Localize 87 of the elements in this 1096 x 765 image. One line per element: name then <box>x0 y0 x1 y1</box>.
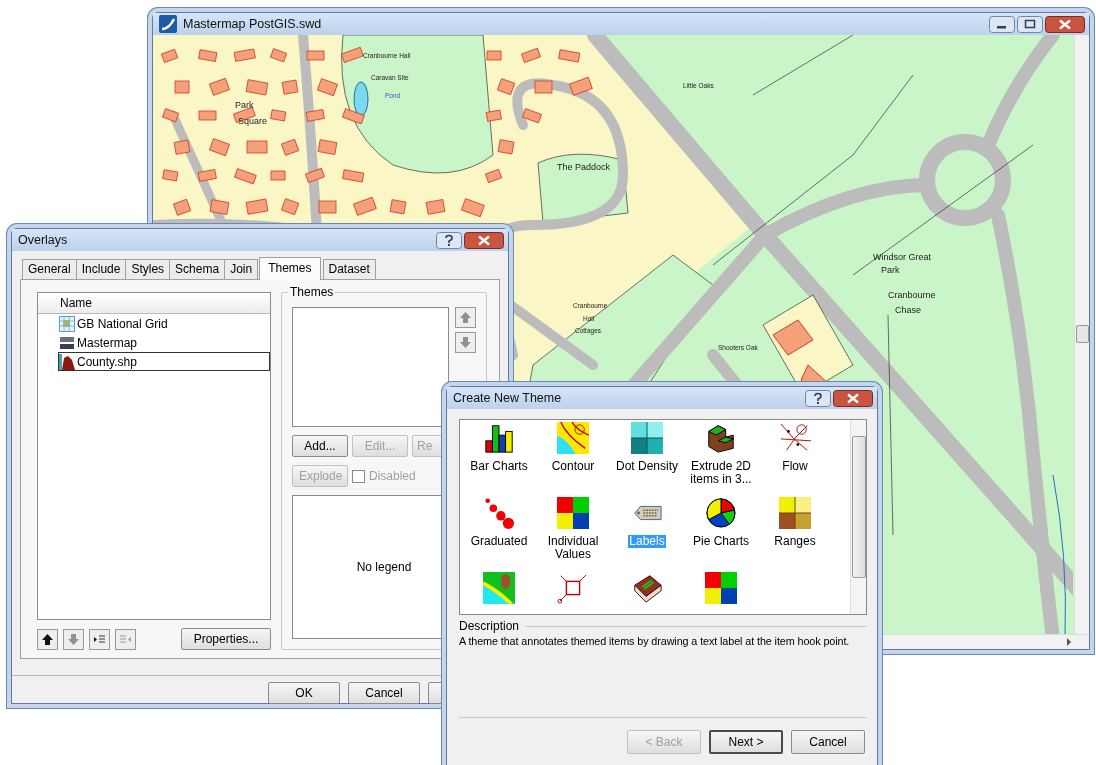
move-up-button[interactable] <box>37 628 58 650</box>
theme-type-label: Extrude 2D items in 3... <box>689 460 753 486</box>
shapefile-icon <box>59 353 75 370</box>
outdent-button[interactable] <box>115 628 136 650</box>
vertical-scrollbar[interactable] <box>1074 35 1089 634</box>
map-label: Square <box>238 117 268 126</box>
feature-theme-icon <box>705 572 737 604</box>
theme-type-item[interactable]: Individual Values <box>536 497 610 572</box>
checkbox-label: Disabled <box>369 469 416 483</box>
themes-list[interactable] <box>292 307 449 427</box>
tab[interactable]: General <box>22 259 77 279</box>
graduated-theme-icon <box>483 497 515 529</box>
pond <box>353 81 369 117</box>
theme-type-label: Ranges <box>773 535 817 548</box>
theme-type-label: Bar Charts <box>469 460 529 473</box>
theme-type-label: Graduated <box>469 535 529 548</box>
legend-text: No legend <box>356 560 412 574</box>
arrow-up-icon <box>459 311 472 324</box>
saved-theme-icon <box>631 572 663 604</box>
wizard-button[interactable]: Cancel <box>791 730 865 754</box>
description-text: A theme that annotates themed items by drawing a text label at the item hook point. <box>459 635 850 647</box>
move-down-button[interactable] <box>455 332 476 353</box>
map-label: Windsor Great <box>873 253 932 262</box>
tab[interactable]: Dataset <box>322 259 376 279</box>
theme-type-item[interactable]: Contour <box>536 422 610 497</box>
tab[interactable]: Themes <box>259 257 321 280</box>
dialog-title: Overlays <box>18 233 69 247</box>
close-icon[interactable] <box>833 389 873 407</box>
bar-theme-icon <box>483 422 515 454</box>
individual-theme-icon <box>557 497 589 529</box>
app-icon <box>159 15 177 33</box>
outdent-icon <box>119 632 132 646</box>
arrow-down-icon <box>459 336 472 349</box>
theme-type-label: Pie Charts <box>692 535 750 548</box>
close-icon[interactable] <box>464 231 504 249</box>
theme-type-item[interactable]: Dot Density <box>610 422 684 497</box>
tab[interactable]: Schema <box>169 259 226 279</box>
description-label: Description <box>459 619 520 633</box>
theme-type-item[interactable]: Graduated <box>462 497 536 572</box>
theme-type-label: Labels <box>628 535 666 548</box>
map-label: The Paddock <box>557 163 611 172</box>
theme-type-item[interactable]: Extrude 2D items in 3... <box>684 422 758 497</box>
indent-icon <box>93 632 106 646</box>
tab[interactable]: Include <box>75 259 127 279</box>
grid-icon <box>59 315 75 332</box>
vertical-scrollbar[interactable] <box>850 420 866 614</box>
map-label: Park <box>881 266 900 275</box>
theme-type-label: Dot Density <box>615 460 679 473</box>
map-label: Park <box>235 101 254 110</box>
close-icon[interactable] <box>1045 15 1085 33</box>
theme-action-button[interactable]: Add... <box>292 435 348 457</box>
theme-type-item[interactable]: Flow <box>758 422 832 497</box>
ranges-theme-icon <box>779 497 811 529</box>
relief-theme-icon <box>483 572 515 604</box>
topology-theme-icon <box>557 572 589 604</box>
minimize-icon[interactable] <box>989 15 1015 33</box>
pie-theme-icon <box>705 497 737 529</box>
move-down-button[interactable] <box>63 628 84 650</box>
dialog-button[interactable]: Cancel <box>348 682 420 704</box>
theme-type-label: Flow <box>781 460 809 473</box>
scroll-right-icon[interactable] <box>1065 638 1073 646</box>
contour-theme-icon <box>557 422 589 454</box>
map-label: Cranbourne <box>888 291 936 300</box>
theme-type-item[interactable]: Pie Charts <box>684 497 758 572</box>
group-title: Themes <box>288 285 336 299</box>
overlay-item[interactable]: County.shp <box>58 352 270 371</box>
properties-button[interactable]: Properties... <box>181 628 271 650</box>
wizard-button[interactable]: Next > <box>709 730 783 754</box>
arrow-up-icon <box>41 632 54 646</box>
dots-theme-icon <box>631 422 663 454</box>
arrow-down-icon <box>67 632 80 646</box>
theme-type-item[interactable]: Ranges <box>758 497 832 572</box>
help-icon[interactable] <box>805 389 831 407</box>
indent-button[interactable] <box>89 628 110 650</box>
tab[interactable]: Styles <box>125 259 171 279</box>
database-icon <box>59 334 75 351</box>
dialog-title: Create New Theme <box>453 391 563 405</box>
column-header[interactable]: Name <box>38 293 270 314</box>
extrude-theme-icon <box>705 422 737 454</box>
tab[interactable]: Join <box>224 259 259 279</box>
help-icon[interactable] <box>436 231 462 249</box>
window-title: Mastermap PostGIS.swd <box>183 17 323 31</box>
dialog-button[interactable]: OK <box>268 682 340 704</box>
map-label: Chase <box>895 306 921 315</box>
maximize-icon[interactable] <box>1017 15 1043 33</box>
theme-type-label: Contour <box>550 460 596 473</box>
theme-type-label: Individual Values <box>546 535 600 561</box>
